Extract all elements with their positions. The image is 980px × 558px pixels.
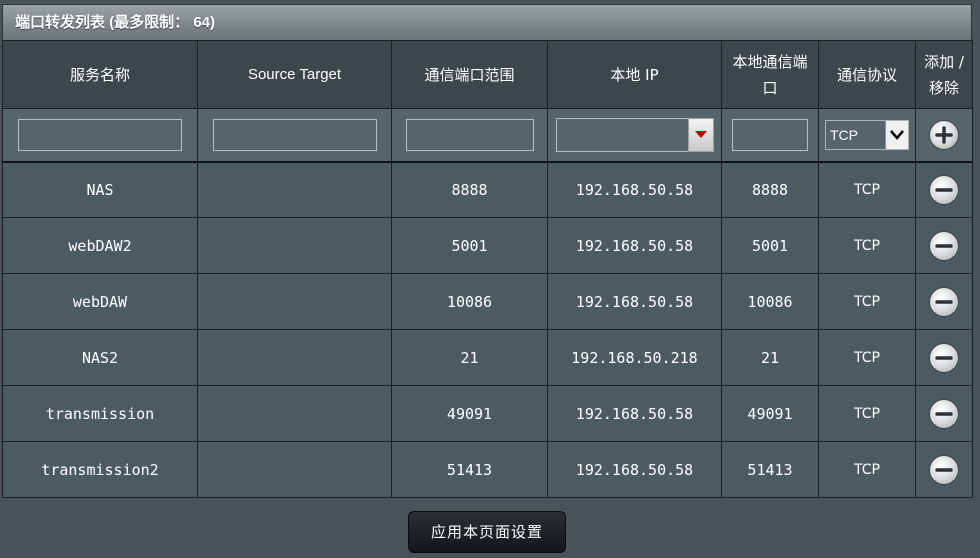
port-range-input[interactable] — [405, 118, 534, 151]
table-row: NAS 8888 192.168.50.58 8888 TCP — [2, 161, 973, 218]
remove-rule-button[interactable] — [929, 286, 959, 317]
port-forwarding-table: 服务名称 Source Target 通信端口范围 本地 IP 本地通信端口 通… — [2, 40, 973, 498]
minus-circle-icon — [935, 411, 953, 416]
local-port-cell: 5001 — [721, 217, 819, 274]
source-target-input[interactable] — [212, 118, 377, 151]
service-name-cell: webDAW — [2, 273, 198, 330]
local-ip-cell: 192.168.50.58 — [547, 217, 722, 274]
remove-rule-button[interactable] — [929, 454, 959, 485]
port-range-cell: 8888 — [391, 161, 548, 218]
protocol-cell: TCP — [818, 217, 916, 274]
local-ip-cell: 192.168.50.58 — [547, 273, 722, 330]
remove-rule-button[interactable] — [929, 342, 959, 373]
table-row: webDAW 10086 192.168.50.58 10086 TCP — [2, 273, 973, 330]
protocol-select-value: TCP — [830, 126, 858, 143]
new-rule-row: TCP — [2, 108, 973, 163]
col-header-service-name: 服务名称 — [2, 40, 198, 109]
panel-title: 端口转发列表 (最多限制： 64) — [2, 4, 972, 40]
col-header-local-ip: 本地 IP — [547, 40, 722, 109]
minus-circle-icon — [935, 467, 953, 472]
add-rule-button[interactable] — [929, 119, 959, 150]
source-target-cell — [197, 329, 392, 386]
local-ip-dropdown-button[interactable] — [687, 117, 714, 152]
service-name-cell: NAS — [2, 161, 198, 218]
dropdown-arrow-icon — [694, 131, 707, 139]
remove-rule-button[interactable] — [929, 230, 959, 261]
plus-circle-icon — [935, 126, 953, 144]
table-row: NAS2 21 192.168.50.218 21 TCP — [2, 329, 973, 386]
local-port-cell: 8888 — [721, 161, 819, 218]
local-ip-cell: 192.168.50.218 — [547, 329, 722, 386]
minus-circle-icon — [935, 299, 953, 304]
local-ip-cell: 192.168.50.58 — [547, 385, 722, 442]
service-name-cell: NAS2 — [2, 329, 198, 386]
col-header-source-target: Source Target — [197, 40, 392, 109]
apply-settings-button[interactable]: 应用本页面设置 — [408, 511, 566, 553]
table-row: webDAW2 5001 192.168.50.58 5001 TCP — [2, 217, 973, 274]
service-name-input[interactable] — [18, 118, 182, 151]
port-range-cell: 10086 — [391, 273, 548, 330]
protocol-cell: TCP — [818, 385, 916, 442]
port-range-cell: 5001 — [391, 217, 548, 274]
port-range-cell: 49091 — [391, 385, 548, 442]
service-name-cell: transmission — [2, 385, 198, 442]
source-target-cell — [197, 273, 392, 330]
source-target-cell — [197, 441, 392, 498]
service-name-cell: webDAW2 — [2, 217, 198, 274]
local-ip-cell: 192.168.50.58 — [547, 161, 722, 218]
local-port-cell: 10086 — [721, 273, 819, 330]
remove-rule-button[interactable] — [929, 174, 959, 205]
chevron-down-icon — [885, 120, 908, 149]
header-row: 服务名称 Source Target 通信端口范围 本地 IP 本地通信端口 通… — [2, 40, 973, 109]
local-port-cell: 51413 — [721, 441, 819, 498]
protocol-cell: TCP — [818, 161, 916, 218]
local-port-cell: 49091 — [721, 385, 819, 442]
port-range-cell: 51413 — [391, 441, 548, 498]
minus-circle-icon — [935, 188, 953, 192]
local-port-cell: 21 — [721, 329, 819, 386]
protocol-cell: TCP — [818, 441, 916, 498]
source-target-cell — [197, 217, 392, 274]
minus-circle-icon — [935, 243, 953, 248]
col-header-local-port: 本地通信端口 — [721, 40, 819, 109]
col-header-port-range: 通信端口范围 — [391, 40, 548, 109]
protocol-select[interactable]: TCP — [825, 119, 909, 150]
minus-circle-icon — [935, 355, 953, 360]
service-name-cell: transmission2 — [2, 441, 198, 498]
table-row: transmission 49091 192.168.50.58 49091 TCP — [2, 385, 973, 442]
col-header-add-remove: 添加 / 移除 — [915, 40, 973, 109]
table-row: transmission2 51413 192.168.50.58 51413 TCP — [2, 441, 973, 498]
local-ip-input[interactable] — [555, 117, 688, 152]
local-ip-cell: 192.168.50.58 — [547, 441, 722, 498]
remove-rule-button[interactable] — [929, 398, 959, 429]
local-port-input[interactable] — [732, 118, 808, 151]
local-ip-combobox — [555, 117, 714, 152]
port-range-cell: 21 — [391, 329, 548, 386]
protocol-cell: TCP — [818, 273, 916, 330]
source-target-cell — [197, 385, 392, 442]
protocol-cell: TCP — [818, 329, 916, 386]
col-header-protocol: 通信协议 — [818, 40, 916, 109]
source-target-cell — [197, 161, 392, 218]
